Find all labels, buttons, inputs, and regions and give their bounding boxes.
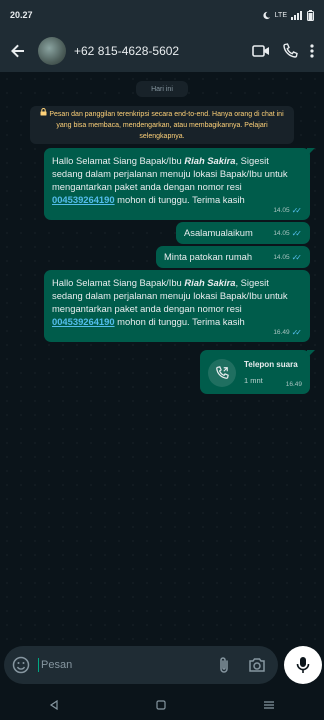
status-icons: LTE	[262, 9, 314, 21]
camera-icon[interactable]	[248, 657, 266, 673]
message-text: Hallo Selamat Siang Bapak/Ibu Riah Sakir…	[52, 277, 288, 327]
message-time: 14.05	[273, 254, 290, 261]
voice-call-icon	[283, 43, 298, 58]
read-check-icon: ✓✓	[291, 253, 303, 262]
voice-call-bubble[interactable]: Telepon suara 1 mnt 16.49	[200, 350, 315, 394]
back-arrow-icon	[11, 44, 24, 58]
read-check-icon: ✓✓	[291, 328, 303, 337]
back-button[interactable]	[0, 30, 36, 72]
lock-icon	[40, 108, 47, 120]
message-placeholder[interactable]: Pesan	[41, 659, 72, 671]
chat-area[interactable]: Hari ini Pesan dan panggilan terenkripsi…	[0, 72, 324, 644]
resi-link[interactable]: 004539264190	[52, 316, 115, 327]
system-nav-bar	[0, 690, 324, 720]
mic-icon	[296, 657, 310, 673]
encryption-notice-text: Pesan dan panggilan terenkripsi secara e…	[49, 111, 284, 140]
encryption-notice[interactable]: Pesan dan panggilan terenkripsi secara e…	[30, 106, 294, 144]
call-title: Telepon suara	[244, 360, 298, 369]
nav-recents-icon[interactable]	[263, 700, 275, 710]
more-options-button[interactable]	[310, 44, 314, 58]
read-check-icon: ✓✓	[291, 229, 303, 238]
message-bubble-1[interactable]: Hallo Selamat Siang Bapak/Ibu Riah Sakir…	[44, 148, 315, 220]
message-time: 16.49	[273, 329, 290, 336]
text-caret	[38, 658, 39, 672]
message-bubble-3[interactable]: Minta patokan rumah 14.05 ✓✓	[156, 246, 310, 268]
emoji-icon[interactable]	[12, 656, 30, 674]
resi-link[interactable]: 004539264190	[52, 194, 115, 205]
message-bubble-2[interactable]: Asalamualaikum 14.05 ✓✓	[176, 222, 310, 244]
network-type: LTE	[274, 11, 287, 19]
message-input[interactable]: Pesan	[4, 646, 278, 684]
recipient-name: Riah Sakira	[184, 277, 236, 288]
date-chip: Hari ini	[136, 81, 188, 97]
read-check-icon: ✓✓	[291, 206, 303, 215]
avatar[interactable]	[38, 37, 66, 65]
video-call-button[interactable]	[252, 44, 270, 58]
contact-name[interactable]: +62 815-4628-5602	[74, 44, 179, 58]
message-time: 14.05	[273, 207, 290, 214]
voice-call-button[interactable]	[282, 43, 298, 59]
mic-button[interactable]	[284, 646, 322, 684]
status-time: 20.27	[10, 10, 33, 20]
message-time: 16.49	[285, 381, 302, 388]
message-meta: 14.05 ✓✓	[273, 204, 302, 217]
message-meta: 14.05 ✓✓	[273, 251, 302, 264]
status-bar: 20.27 LTE	[0, 0, 324, 30]
more-options-icon	[310, 44, 314, 58]
attach-icon[interactable]	[218, 656, 230, 674]
moon-icon	[263, 11, 270, 19]
chat-header: +62 815-4628-5602	[0, 30, 324, 72]
recipient-name: Riah Sakira	[184, 155, 236, 166]
battery-icon	[307, 9, 314, 21]
nav-back-icon[interactable]	[49, 700, 59, 710]
message-bubble-4[interactable]: Hallo Selamat Siang Bapak/Ibu Riah Sakir…	[44, 270, 310, 342]
message-time: 14.05	[273, 230, 290, 237]
nav-home-icon[interactable]	[156, 700, 166, 710]
message-text: Hallo Selamat Siang Bapak/Ibu Riah Sakir…	[52, 155, 288, 205]
video-call-icon	[252, 45, 269, 57]
signal-icon	[291, 10, 302, 20]
message-meta: 14.05 ✓✓	[273, 227, 302, 240]
message-meta: 16.49 ✓✓	[273, 326, 302, 339]
composer: Pesan	[0, 644, 324, 690]
message-meta: 16.49	[286, 378, 302, 391]
call-outgoing-icon	[208, 358, 236, 387]
